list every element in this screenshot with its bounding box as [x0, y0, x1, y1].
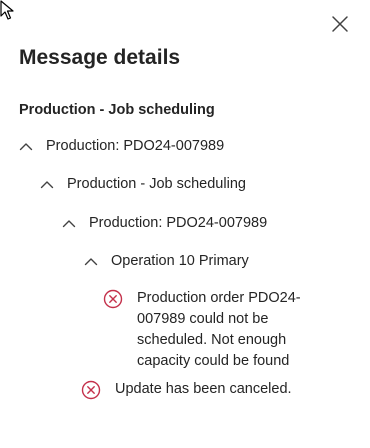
error-message-text: Production order PDO24- 007989 could not…	[137, 288, 301, 372]
chevron-up-icon	[62, 220, 76, 228]
close-icon	[332, 16, 348, 32]
chevron-up-icon	[40, 181, 54, 189]
tree-node-job-scheduling[interactable]: Production - Job scheduling	[40, 174, 246, 194]
chevron-up-icon	[19, 143, 33, 151]
close-button[interactable]	[326, 10, 354, 38]
error-message-line: 007989 could not be	[137, 311, 269, 327]
panel-title: Message details	[19, 46, 181, 69]
error-message-line: capacity could be found	[137, 353, 290, 369]
tree-node-label: Production: PDO24-007989	[89, 215, 268, 231]
error-circle-icon	[81, 380, 101, 400]
error-message-line: Production order PDO24-	[137, 290, 301, 306]
error-message-text: Update has been canceled.	[115, 379, 292, 400]
chevron-up-icon	[84, 258, 98, 266]
tree-node-operation[interactable]: Operation 10 Primary	[84, 251, 249, 271]
group-heading: Production - Job scheduling	[19, 102, 215, 118]
error-message-line: Update has been canceled.	[115, 381, 292, 397]
error-circle-icon	[103, 289, 123, 309]
error-message: Update has been canceled.	[81, 379, 351, 400]
error-message-line: scheduled. Not enough	[137, 332, 287, 348]
tree-node-label: Operation 10 Primary	[111, 253, 249, 269]
message-details-panel: Message details Production - Job schedul…	[0, 0, 370, 448]
error-message: Production order PDO24- 007989 could not…	[103, 288, 353, 372]
tree-node-label: Production: PDO24-007989	[46, 138, 225, 154]
tree-node-production-order[interactable]: Production: PDO24-007989	[19, 136, 224, 156]
tree-node-label: Production - Job scheduling	[67, 176, 246, 192]
tree-node-production-order-nested[interactable]: Production: PDO24-007989	[62, 213, 267, 233]
mouse-pointer-icon	[0, 0, 14, 20]
